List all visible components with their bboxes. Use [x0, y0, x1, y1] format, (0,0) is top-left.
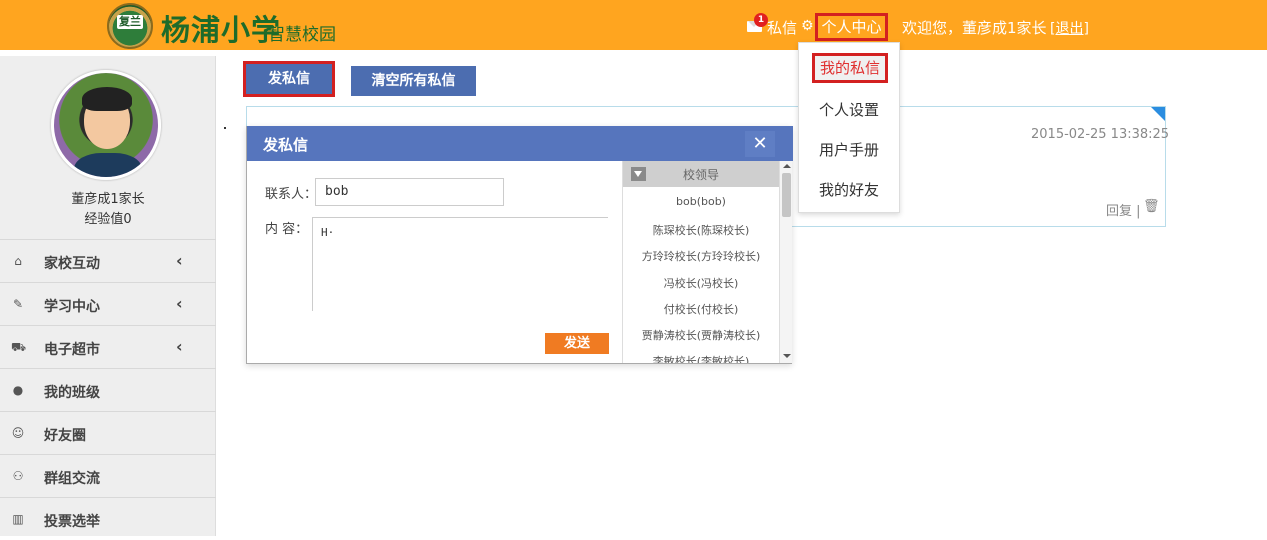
send-button[interactable]: 发送 [545, 333, 609, 354]
sidebar-item-label: 学习中心 [44, 299, 100, 315]
avatar-hair [82, 87, 132, 111]
menu-item-settings[interactable]: 个人设置 [799, 99, 899, 120]
avatar-shirt [74, 153, 142, 177]
sidebar-item-home-school[interactable]: ⌂ 家校互动 ‹ [0, 239, 216, 282]
sidebar-item-groups[interactable]: ⚇ 群组交流 [0, 454, 216, 497]
logout-link[interactable]: [退出] [1050, 18, 1089, 38]
list-item[interactable]: 陈琛校长(陈琛校长) [623, 222, 779, 238]
close-icon[interactable]: ✕ [745, 131, 775, 157]
sidebar-item-my-class[interactable]: ● 我的班级 [0, 368, 216, 411]
message-count-badge: 1 [754, 13, 768, 27]
header-messages-link[interactable]: 私信 [767, 17, 797, 38]
sidebar-item-label: 群组交流 [44, 471, 100, 487]
send-message-label: 发私信 [268, 71, 310, 87]
list-item[interactable]: 付校长(付校长) [623, 301, 779, 317]
top-header-bar: 复兰 杨浦小学 智慧校园 1 私信 ⚙ 个人中心 欢迎您，董彦成1家长 [退出] [0, 0, 1267, 50]
scroll-down-icon[interactable] [783, 354, 791, 358]
dialog-title: 发私信 [263, 136, 309, 154]
chevron-left-icon: ‹ [176, 251, 183, 270]
menu-item-my-messages[interactable]: 我的私信 [812, 53, 888, 83]
avatar[interactable] [51, 70, 161, 180]
home-icon: ⌂ [14, 254, 22, 268]
list-item[interactable]: 贾静涛校长(贾静涛校长) [623, 327, 779, 343]
group-icon: ⚇ [12, 469, 24, 483]
sidebar-item-friends[interactable]: ☺ 好友圈 [0, 411, 216, 454]
content-label: 内 容： [265, 222, 309, 237]
list-item[interactable]: 冯校长(冯校长) [623, 275, 779, 291]
send-message-button[interactable]: 发私信 [243, 61, 335, 97]
stray-dot [224, 127, 226, 129]
sidebar-item-market[interactable]: ⛟ 电子超市 ‹ [0, 325, 216, 368]
content-textarea[interactable]: H· [312, 217, 608, 311]
sidebar-item-vote[interactable]: ▥ 投票选举 [0, 497, 216, 540]
sidebar-item-learning[interactable]: ✎ 学习中心 ‹ [0, 282, 216, 325]
reply-link[interactable]: 回复 | [1106, 200, 1141, 219]
message-timestamp: 2015-02-25 13:38:25 [1031, 127, 1170, 142]
contact-label: 联系人： [265, 187, 318, 202]
contact-list-panel: 校领导 bob(bob) 陈琛校长(陈琛校长) 方玲玲校长(方玲玲校长) 冯校长… [622, 161, 792, 363]
bar-chart-icon: ▥ [12, 512, 24, 526]
list-item[interactable]: 李敏校长(李敏校长) [623, 353, 779, 363]
trash-icon[interactable]: 🗑 [1143, 199, 1160, 214]
user-experience: 经验值0 [84, 212, 132, 227]
list-scrollbar[interactable] [779, 161, 792, 363]
scroll-up-icon[interactable] [783, 164, 791, 168]
personal-center-button[interactable]: 个人中心 [815, 13, 888, 41]
school-name: 杨浦小学 [161, 13, 282, 47]
sidebar-item-label: 我的班级 [44, 385, 100, 401]
logo-badge-text: 复兰 [117, 15, 143, 29]
welcome-text: 欢迎您，董彦成1家长 [902, 19, 1047, 37]
card-corner-marker [1151, 107, 1165, 121]
chevron-left-icon: ‹ [176, 337, 183, 356]
list-group-label: 校领导 [682, 168, 719, 182]
school-subtitle: 智慧校园 [268, 25, 336, 45]
chevron-left-icon: ‹ [176, 294, 183, 313]
personal-center-dropdown: 我的私信 个人设置 用户手册 我的好友 [798, 42, 900, 213]
menu-item-user-manual[interactable]: 用户手册 [799, 139, 899, 160]
school-logo-icon: 复兰 [107, 3, 153, 49]
gear-icon: ⚙ [801, 18, 814, 34]
cart-icon: ⛟ [11, 340, 27, 354]
clear-all-messages-button[interactable]: 清空所有私信 [351, 66, 476, 96]
list-item[interactable]: 方玲玲校长(方玲玲校长) [623, 248, 779, 264]
dialog-title-bar: 发私信 ✕ [247, 126, 793, 161]
contact-field[interactable]: bob [315, 178, 504, 206]
scroll-thumb[interactable] [782, 173, 791, 217]
sidebar-item-label: 电子超市 [44, 342, 100, 358]
smile-icon: ☺ [11, 426, 25, 440]
menu-item-my-friends[interactable]: 我的好友 [799, 179, 899, 200]
sidebar-item-label: 投票选举 [44, 514, 100, 530]
list-group-header[interactable]: 校领导 [623, 161, 779, 187]
user-name: 董彦成1家长 [71, 192, 145, 207]
sidebar-item-label: 家校互动 [44, 256, 100, 272]
edit-icon: ✎ [12, 297, 24, 311]
list-item[interactable]: bob(bob) [623, 195, 779, 208]
sidebar-item-label: 好友圈 [44, 428, 86, 444]
user-icon: ● [12, 383, 24, 397]
send-message-dialog: 发私信 ✕ 联系人： bob 内 容： H· 发送 校领导 bob(bob) 陈… [246, 126, 793, 364]
